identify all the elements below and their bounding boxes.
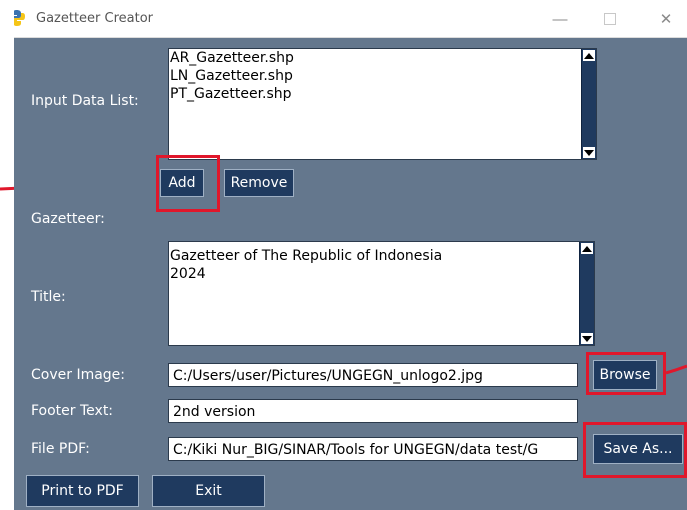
title-label: Title: (31, 289, 66, 305)
list-item[interactable]: PT_Gazetteer.shp (169, 85, 596, 103)
close-icon: ✕ (659, 11, 673, 28)
app-window: Gazetteer Creator — ✕ Input Data List: A… (14, 0, 687, 510)
python-app-icon (14, 10, 25, 26)
cover-image-label: Cover Image: (31, 367, 126, 383)
cover-image-field[interactable]: C:/Users/user/Pictures/UNGEGN_unlogo2.jp… (168, 363, 578, 387)
footer-text-label: Footer Text: (31, 403, 114, 419)
scroll-down-icon[interactable] (583, 147, 595, 158)
maximize-icon (604, 13, 616, 25)
minimize-button[interactable]: — (537, 6, 583, 32)
footer-text-field[interactable]: 2nd version (168, 399, 578, 423)
desktop-background (0, 0, 14, 510)
scroll-up-icon[interactable] (581, 243, 593, 254)
close-button[interactable]: ✕ (643, 6, 687, 32)
title-textarea[interactable]: Gazetteer of The Republic of Indonesia 2… (168, 241, 595, 346)
gazetteer-section-label: Gazetteer: (31, 211, 105, 227)
print-to-pdf-button[interactable]: Print to PDF (26, 475, 139, 507)
exit-button[interactable]: Exit (152, 475, 265, 507)
file-pdf-label: File PDF: (31, 441, 90, 457)
title-bar: Gazetteer Creator — ✕ (14, 0, 687, 38)
browse-button[interactable]: Browse (593, 360, 657, 390)
title-line: Gazetteer of The Republic of Indonesia (170, 248, 443, 264)
title-line: 2024 (170, 266, 206, 282)
maximize-button[interactable] (587, 6, 633, 32)
input-data-list-label: Input Data List: (31, 93, 139, 109)
list-item[interactable]: LN_Gazetteer.shp (169, 67, 596, 85)
input-data-listbox[interactable]: AR_Gazetteer.shp LN_Gazetteer.shp PT_Gaz… (168, 48, 597, 160)
title-scrollbar[interactable] (579, 242, 594, 345)
window-title: Gazetteer Creator (36, 11, 154, 26)
scroll-down-icon[interactable] (581, 333, 593, 344)
save-as-button[interactable]: Save As... (593, 434, 683, 464)
scroll-up-icon[interactable] (583, 50, 595, 61)
remove-button[interactable]: Remove (224, 169, 294, 197)
listbox-scrollbar[interactable] (581, 49, 596, 159)
add-button[interactable]: Add (160, 169, 204, 197)
main-panel: Input Data List: AR_Gazetteer.shp LN_Gaz… (14, 38, 687, 510)
list-item[interactable]: AR_Gazetteer.shp (169, 49, 596, 67)
file-pdf-field[interactable]: C:/Kiki Nur_BIG/SINAR/Tools for UNGEGN/d… (168, 437, 578, 461)
minimize-icon: — (552, 10, 568, 28)
